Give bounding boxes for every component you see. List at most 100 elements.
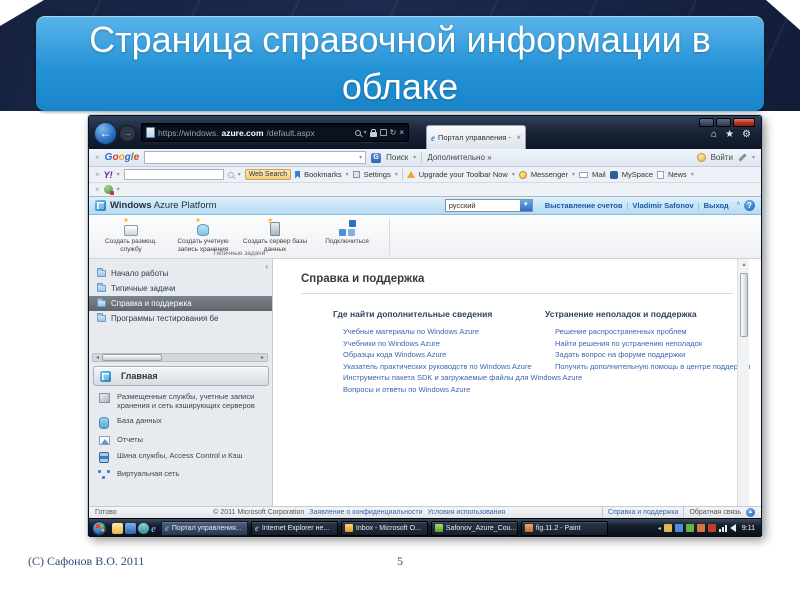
help-link[interactable]: Учебные материалы по Windows Azure xyxy=(333,326,563,338)
minimize-button[interactable] xyxy=(699,118,714,127)
chevron-down-icon[interactable]: ▾ xyxy=(117,186,120,193)
support-link[interactable]: Задать вопрос на форуме поддержки xyxy=(545,349,745,361)
myspace-link[interactable]: MySpace xyxy=(622,170,653,179)
google-sign-in-link[interactable]: Войти xyxy=(711,153,733,162)
address-bar[interactable]: https://windows. azure.com/default.aspx ▾… xyxy=(141,123,409,142)
user-name-link[interactable]: Vladimir Safonov xyxy=(632,201,693,210)
scroll-right-icon[interactable]: ▸ xyxy=(258,354,267,361)
sidebar-item-beta-programs[interactable]: Программы тестирования бе xyxy=(89,311,272,326)
home-icon[interactable]: ⌂ xyxy=(711,129,717,140)
maximize-button[interactable] xyxy=(716,118,731,127)
forward-button[interactable]: → xyxy=(119,125,136,142)
app-icon[interactable] xyxy=(125,522,136,534)
sidebar-item-getting-started[interactable]: Начало работы xyxy=(89,266,272,281)
collapse-up-icon[interactable]: ^ xyxy=(737,202,740,209)
sidebar-item-service-bus[interactable]: Шина службы, Access Control и Кэш xyxy=(97,451,265,463)
browser-tab[interactable]: e Портал управления - плат... × xyxy=(426,125,526,149)
chevron-down-icon[interactable]: ▾ xyxy=(413,154,416,161)
tray-icon[interactable] xyxy=(674,524,683,532)
addon-icon[interactable] xyxy=(103,185,114,195)
feedback-icon[interactable]: ▴ xyxy=(746,508,756,517)
tray-icon[interactable] xyxy=(685,524,694,532)
terms-link[interactable]: Условия использования xyxy=(428,509,506,516)
billing-link[interactable]: Выставление счетов xyxy=(545,201,623,210)
tray-icon[interactable] xyxy=(696,524,705,532)
yahoo-toolbar-close-icon[interactable]: × xyxy=(95,170,100,179)
privacy-link[interactable]: Заявление о конфиденциальности xyxy=(309,509,422,516)
bookmarks-menu[interactable]: Bookmarks xyxy=(304,170,342,179)
mail-menu[interactable]: Mail xyxy=(592,170,606,179)
help-link[interactable]: Вопросы и ответы по Windows Azure xyxy=(333,384,563,396)
refresh-icon[interactable]: ↻ xyxy=(390,128,397,137)
chevron-down-icon[interactable]: ▾ xyxy=(395,171,398,178)
compatibility-icon[interactable] xyxy=(379,129,387,136)
messenger-menu[interactable]: Messenger xyxy=(531,170,568,179)
folder-icon[interactable] xyxy=(112,522,123,534)
search-dropdown-icon[interactable]: ▾ xyxy=(364,129,367,136)
taskbar-task-paint[interactable]: fig.11.2 - Paint xyxy=(520,520,608,536)
chevron-down-icon[interactable]: ▾ xyxy=(359,154,362,161)
tray-expand-icon[interactable]: ◂ xyxy=(658,525,661,532)
app-icon[interactable] xyxy=(138,522,149,534)
chevron-down-icon[interactable]: ▾ xyxy=(512,171,515,178)
sign-out-link[interactable]: Выход xyxy=(704,201,729,210)
chevron-down-icon[interactable]: ▾ xyxy=(572,171,575,178)
sidebar-item-database[interactable]: База данных xyxy=(97,416,265,429)
scrollbar-thumb[interactable] xyxy=(102,354,162,361)
support-link[interactable]: Получить дополнительную помощь в центре … xyxy=(545,361,750,373)
sidebar-collapse-icon[interactable]: ‹ xyxy=(265,262,268,271)
google-toolbar-close-icon[interactable]: × xyxy=(95,153,100,162)
web-search-button[interactable]: Web Search xyxy=(244,169,292,180)
sidebar-item-help-support[interactable]: Справка и поддержка xyxy=(89,296,272,311)
language-select[interactable]: русский ▼ xyxy=(444,199,533,212)
chevron-down-icon[interactable]: ▾ xyxy=(238,171,241,178)
settings-menu[interactable]: Settings xyxy=(364,170,391,179)
favorites-star-icon[interactable]: ★ xyxy=(725,129,734,140)
new-database-server-button[interactable]: ✶ Создать сервер базы данных xyxy=(239,217,311,253)
network-icon[interactable] xyxy=(718,524,727,532)
addon-toolbar-close-icon[interactable]: × xyxy=(95,185,100,194)
google-search-input[interactable]: ▾ xyxy=(144,151,367,164)
scrollbar-thumb[interactable] xyxy=(740,273,748,337)
scroll-left-icon[interactable]: ◂ xyxy=(93,354,102,361)
chevron-down-icon[interactable]: ▼ xyxy=(519,200,532,211)
taskbar-task-document[interactable]: Safonov_Azure_Cou... xyxy=(430,520,518,536)
feedback-link[interactable]: Обратная связь xyxy=(689,509,741,516)
chevron-down-icon[interactable]: ▾ xyxy=(117,171,120,178)
search-icon[interactable] xyxy=(227,171,234,178)
back-button[interactable]: ← xyxy=(94,122,117,145)
vertical-scrollbar[interactable]: ▴ xyxy=(737,259,749,506)
chevron-down-icon[interactable]: ▾ xyxy=(691,171,694,178)
sidebar-home-button[interactable]: Главная xyxy=(93,366,269,386)
support-link[interactable]: Найти решения по устранению неполадок xyxy=(545,338,745,350)
sidebar-item-common-tasks[interactable]: Типичные задачи xyxy=(89,281,272,296)
help-link[interactable]: Указатель практических руководств по Win… xyxy=(333,361,563,373)
sidebar-item-reports[interactable]: Отчеты xyxy=(97,435,265,445)
scroll-up-icon[interactable]: ▴ xyxy=(738,261,750,268)
sidebar-horizontal-scrollbar[interactable]: ◂ ▸ xyxy=(92,353,268,362)
wrench-icon[interactable] xyxy=(738,153,747,162)
new-hosted-service-button[interactable]: ✶ Создать размещ. службу xyxy=(95,217,167,253)
help-support-link[interactable]: Справка и поддержка xyxy=(608,509,679,516)
new-storage-account-button[interactable]: ✶ Создать учетную запись хранения xyxy=(167,217,239,253)
taskbar-task-outlook[interactable]: Inbox - Microsoft O... xyxy=(340,520,428,536)
google-more-button[interactable]: Дополнительно » xyxy=(427,153,491,162)
help-link[interactable]: Образцы кода Windows Azure xyxy=(333,349,563,361)
tray-icon[interactable] xyxy=(707,524,716,532)
connect-button[interactable]: Подключиться xyxy=(311,217,383,253)
chevron-down-icon[interactable]: ▾ xyxy=(752,154,755,161)
sidebar-item-virtual-network[interactable]: Виртуальная сеть xyxy=(97,469,265,480)
tools-gear-icon[interactable]: ⚙ xyxy=(742,129,751,140)
news-menu[interactable]: News xyxy=(668,170,687,179)
speaker-icon[interactable] xyxy=(729,524,736,532)
stop-icon[interactable]: × xyxy=(399,128,404,137)
help-icon[interactable]: ? xyxy=(744,200,755,211)
support-link[interactable]: Решение распространенных проблем xyxy=(545,326,745,338)
chevron-down-icon[interactable]: ▾ xyxy=(346,171,349,178)
close-button[interactable] xyxy=(733,118,755,127)
tray-icon[interactable] xyxy=(663,524,672,532)
ie-icon[interactable]: e xyxy=(151,523,156,535)
tab-close-icon[interactable]: × xyxy=(516,133,521,142)
upgrade-toolbar-link[interactable]: Upgrade your Toolbar Now xyxy=(419,170,508,179)
yahoo-search-input[interactable] xyxy=(123,169,224,180)
